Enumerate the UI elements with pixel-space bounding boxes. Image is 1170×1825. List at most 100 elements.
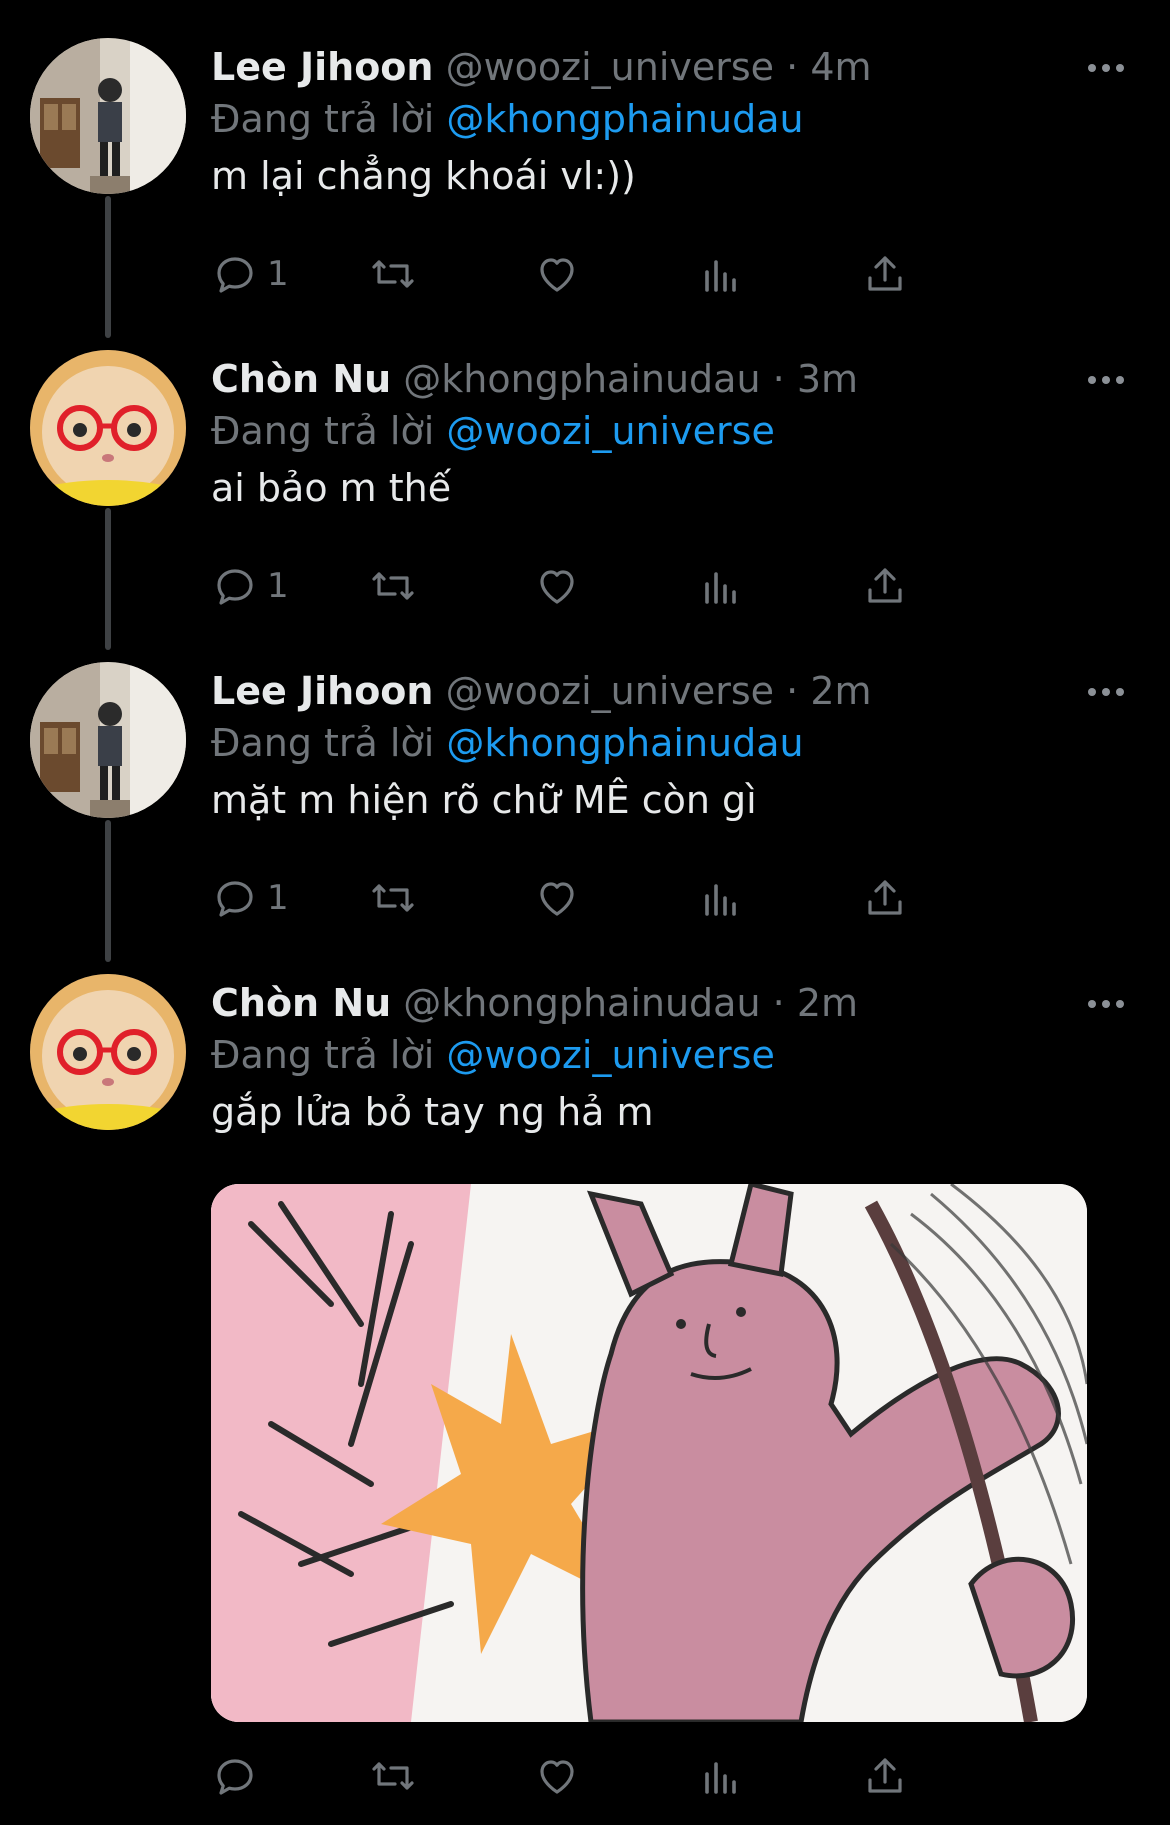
timestamp[interactable]: 4m — [810, 45, 871, 89]
reply-icon — [217, 257, 253, 293]
like-icon — [540, 258, 574, 292]
separator-dot: · — [772, 981, 785, 1025]
replying-to: Đang trả lời @woozi_universe — [211, 1030, 775, 1080]
retweet-button[interactable] — [369, 1746, 417, 1806]
mention-link[interactable]: @woozi_universe — [446, 1033, 774, 1077]
reply-icon — [217, 569, 253, 605]
replying-to: Đang trả lời @khongphainudau — [211, 718, 804, 768]
share-icon — [868, 1758, 902, 1793]
tweet-header: Chòn Nu @khongphainudau · 2m — [211, 978, 1150, 1028]
share-icon — [868, 568, 902, 603]
reply-button[interactable]: 1 — [211, 868, 289, 928]
retweet-icon — [372, 884, 414, 912]
views-icon — [705, 260, 736, 292]
replying-label: Đang trả lời — [211, 97, 435, 141]
reply-count: 1 — [267, 566, 289, 606]
like-button[interactable] — [533, 1746, 581, 1806]
reply-icon — [217, 881, 253, 917]
reply-button[interactable] — [211, 1746, 267, 1806]
tweet-text: gắp lửa bỏ tay ng hả m — [211, 1090, 654, 1134]
tweet-header: Lee Jihoon @woozi_universe · 2m — [211, 666, 1150, 716]
views-button[interactable] — [697, 868, 745, 928]
replying-label: Đang trả lời — [211, 721, 435, 765]
tweet[interactable]: Chòn Nu @khongphainudau · 2m Đang trả lờ… — [0, 974, 1170, 1814]
retweet-button[interactable] — [369, 556, 417, 616]
retweet-icon — [372, 572, 414, 600]
views-button[interactable] — [697, 1746, 745, 1806]
share-button[interactable] — [861, 1746, 909, 1806]
display-name[interactable]: Lee Jihoon — [211, 45, 433, 89]
cat-with-red-glasses-avatar-icon — [30, 974, 186, 1130]
views-icon — [705, 1762, 736, 1794]
tweet[interactable]: Chòn Nu @khongphainudau · 3m Đang trả lờ… — [0, 350, 1170, 620]
mention-link[interactable]: @khongphainudau — [446, 97, 803, 141]
avatar[interactable] — [30, 350, 186, 506]
action-bar: 1 — [211, 556, 1031, 616]
like-icon — [540, 1760, 574, 1794]
like-icon — [540, 570, 574, 604]
timestamp[interactable]: 3m — [797, 357, 858, 401]
action-bar: 1 — [211, 868, 1031, 928]
reply-icon — [217, 1759, 253, 1795]
views-button[interactable] — [697, 556, 745, 616]
share-button[interactable] — [861, 556, 909, 616]
replying-label: Đang trả lời — [211, 1033, 435, 1077]
views-button[interactable] — [697, 244, 745, 304]
tweet-text: ai bảo m thế — [211, 466, 452, 510]
reply-count: 1 — [267, 254, 289, 294]
replying-label: Đang trả lời — [211, 409, 435, 453]
like-button[interactable] — [533, 868, 581, 928]
tweet-text: m lại chẳng khoái vl:)) — [211, 154, 636, 198]
share-icon — [868, 880, 902, 915]
reply-count: 1 — [267, 878, 289, 918]
reply-button[interactable]: 1 — [211, 556, 289, 616]
retweet-icon — [372, 260, 414, 288]
display-name[interactable]: Lee Jihoon — [211, 669, 433, 713]
replying-to: Đang trả lời @khongphainudau — [211, 94, 804, 144]
action-bar: 1 — [211, 244, 1031, 304]
share-button[interactable] — [861, 244, 909, 304]
more-icon[interactable] — [1076, 984, 1136, 1024]
pink-rabbit-swinging-meme-image — [211, 1184, 1087, 1722]
timestamp[interactable]: 2m — [797, 981, 858, 1025]
more-icon[interactable] — [1076, 360, 1136, 400]
person-photo-avatar-icon — [30, 662, 186, 818]
username[interactable]: @woozi_universe — [446, 45, 774, 89]
separator-dot: · — [786, 669, 799, 713]
retweet-button[interactable] — [369, 868, 417, 928]
separator-dot: · — [772, 357, 785, 401]
tweet[interactable]: Lee Jihoon @woozi_universe · 4m Đang trả… — [0, 38, 1170, 308]
tweet-header: Lee Jihoon @woozi_universe · 4m — [211, 42, 1150, 92]
share-icon — [868, 256, 902, 291]
display-name[interactable]: Chòn Nu — [211, 357, 391, 401]
tweet-text: mặt m hiện rõ chữ MÊ còn gì — [211, 778, 757, 822]
views-icon — [705, 884, 736, 916]
tweet-header: Chòn Nu @khongphainudau · 3m — [211, 354, 1150, 404]
action-bar — [211, 1746, 1031, 1806]
tweet[interactable]: Lee Jihoon @woozi_universe · 2m Đang trả… — [0, 662, 1170, 932]
avatar[interactable] — [30, 38, 186, 194]
username[interactable]: @woozi_universe — [446, 669, 774, 713]
more-icon[interactable] — [1076, 48, 1136, 88]
like-icon — [540, 882, 574, 916]
retweet-button[interactable] — [369, 244, 417, 304]
retweet-icon — [372, 1762, 414, 1790]
timestamp[interactable]: 2m — [810, 669, 871, 713]
username[interactable]: @khongphainudau — [403, 357, 760, 401]
username[interactable]: @khongphainudau — [403, 981, 760, 1025]
like-button[interactable] — [533, 556, 581, 616]
mention-link[interactable]: @woozi_universe — [446, 409, 774, 453]
tweet-media-image[interactable] — [211, 1184, 1087, 1722]
like-button[interactable] — [533, 244, 581, 304]
person-photo-avatar-icon — [30, 38, 186, 194]
reply-thread: Lee Jihoon @woozi_universe · 4m Đang trả… — [0, 0, 1170, 1825]
cat-with-red-glasses-avatar-icon — [30, 350, 186, 506]
share-button[interactable] — [861, 868, 909, 928]
mention-link[interactable]: @khongphainudau — [446, 721, 803, 765]
reply-button[interactable]: 1 — [211, 244, 289, 304]
more-icon[interactable] — [1076, 672, 1136, 712]
separator-dot: · — [786, 45, 799, 89]
display-name[interactable]: Chòn Nu — [211, 981, 391, 1025]
avatar[interactable] — [30, 974, 186, 1130]
avatar[interactable] — [30, 662, 186, 818]
